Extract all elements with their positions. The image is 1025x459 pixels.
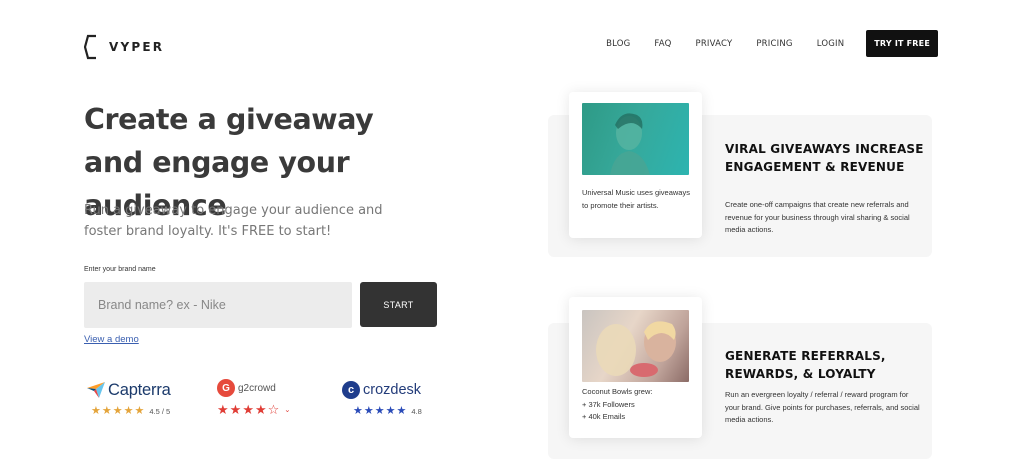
half-star-icon: ☆ [267, 402, 280, 417]
crozdesk-score: 4.8 [411, 407, 422, 416]
star-icon: ★ [385, 405, 396, 417]
feature-description-viral: Create one-off campaigns that create new… [725, 200, 910, 235]
capterra-stars: ★ ★ ★ ★ ★ 4.5 / 5 [91, 406, 170, 417]
g2-badge-icon: G [217, 379, 235, 397]
star-icon: ★ [112, 405, 123, 417]
nav-pricing[interactable]: PRICING [756, 39, 792, 49]
caption-line: + 40k Emails [582, 412, 626, 421]
capterra-name: Capterra [108, 380, 171, 399]
crozdesk-badge-icon: c [342, 381, 360, 399]
case-study-card-universal: Universal Music uses giveaways to promot… [569, 92, 702, 238]
nav-login[interactable]: LOGIN [817, 39, 845, 49]
g2crowd-rating: G g2crowd ★ ★ ★ ★ ☆ ⌄ [217, 378, 291, 417]
vyper-logo-mark-icon [84, 34, 96, 60]
chevron-down-icon: ⌄ [284, 405, 291, 414]
nav-privacy[interactable]: PRIVACY [696, 39, 733, 49]
star-icon: ★ [91, 405, 101, 417]
artist-photo [582, 103, 689, 175]
star-icon: ★ [229, 402, 242, 417]
main-nav: BLOG FAQ PRIVACY PRICING LOGIN TRY IT FR… [606, 30, 938, 57]
start-button[interactable]: START [360, 282, 437, 327]
case-study-caption: Universal Music uses giveaways to promot… [582, 188, 690, 210]
customer-photo [582, 310, 689, 382]
capterra-score: 4.5 / 5 [149, 407, 171, 416]
case-study-caption: Coconut Bowls grew: + 37k Followers + 40… [582, 386, 694, 424]
crozdesk-rating: c crozdesk ★ ★ ★ ★ ★ 4.8 [342, 380, 422, 417]
half-star-icon: ★ [134, 405, 145, 417]
nav-blog[interactable]: BLOG [606, 39, 630, 49]
nav-faq[interactable]: FAQ [654, 39, 671, 49]
star-icon: ★ [374, 405, 385, 417]
case-study-card-coconut-bowls: Coconut Bowls grew: + 37k Followers + 40… [569, 297, 702, 438]
star-icon: ★ [353, 405, 363, 417]
star-icon: ★ [396, 405, 407, 417]
star-icon: ★ [242, 402, 254, 417]
star-icon: ★ [254, 402, 267, 417]
feature-title-referrals: GENERATE REFERRALS, REWARDS, & LOYALTY [725, 349, 886, 381]
brand-name-input[interactable] [84, 282, 352, 328]
caption-line: + 37k Followers [582, 399, 635, 409]
view-demo-link[interactable]: View a demo [84, 334, 139, 345]
capterra-rating: Capterra ★ ★ ★ ★ ★ 4.5 / 5 [87, 380, 171, 417]
capterra-arrow-icon [87, 382, 105, 398]
star-icon: ★ [363, 405, 374, 417]
caption-line: Coconut Bowls grew: [582, 387, 653, 396]
feature-description-referrals: Run an evergreen loyalty / referral / re… [725, 390, 920, 425]
crozdesk-stars: ★ ★ ★ ★ ★ 4.8 [353, 406, 422, 417]
g2crowd-name: g2crowd [238, 382, 276, 394]
vyper-logo[interactable]: VYPER [84, 34, 164, 60]
hero-subtext: Run a giveaway to engage your audience a… [84, 203, 383, 239]
logo-text: VYPER [109, 40, 165, 54]
crozdesk-name: crozdesk [363, 382, 422, 398]
star-icon: ★ [123, 405, 134, 417]
star-icon: ★ [217, 402, 229, 417]
brand-name-label: Enter your brand name [84, 266, 156, 273]
try-it-free-button[interactable]: TRY IT FREE [866, 30, 938, 57]
g2crowd-stars: ★ ★ ★ ★ ☆ ⌄ [217, 402, 291, 417]
star-icon: ★ [101, 405, 112, 417]
feature-title-viral: VIRAL GIVEAWAYS INCREASE ENGAGEMENT & RE… [725, 142, 924, 174]
